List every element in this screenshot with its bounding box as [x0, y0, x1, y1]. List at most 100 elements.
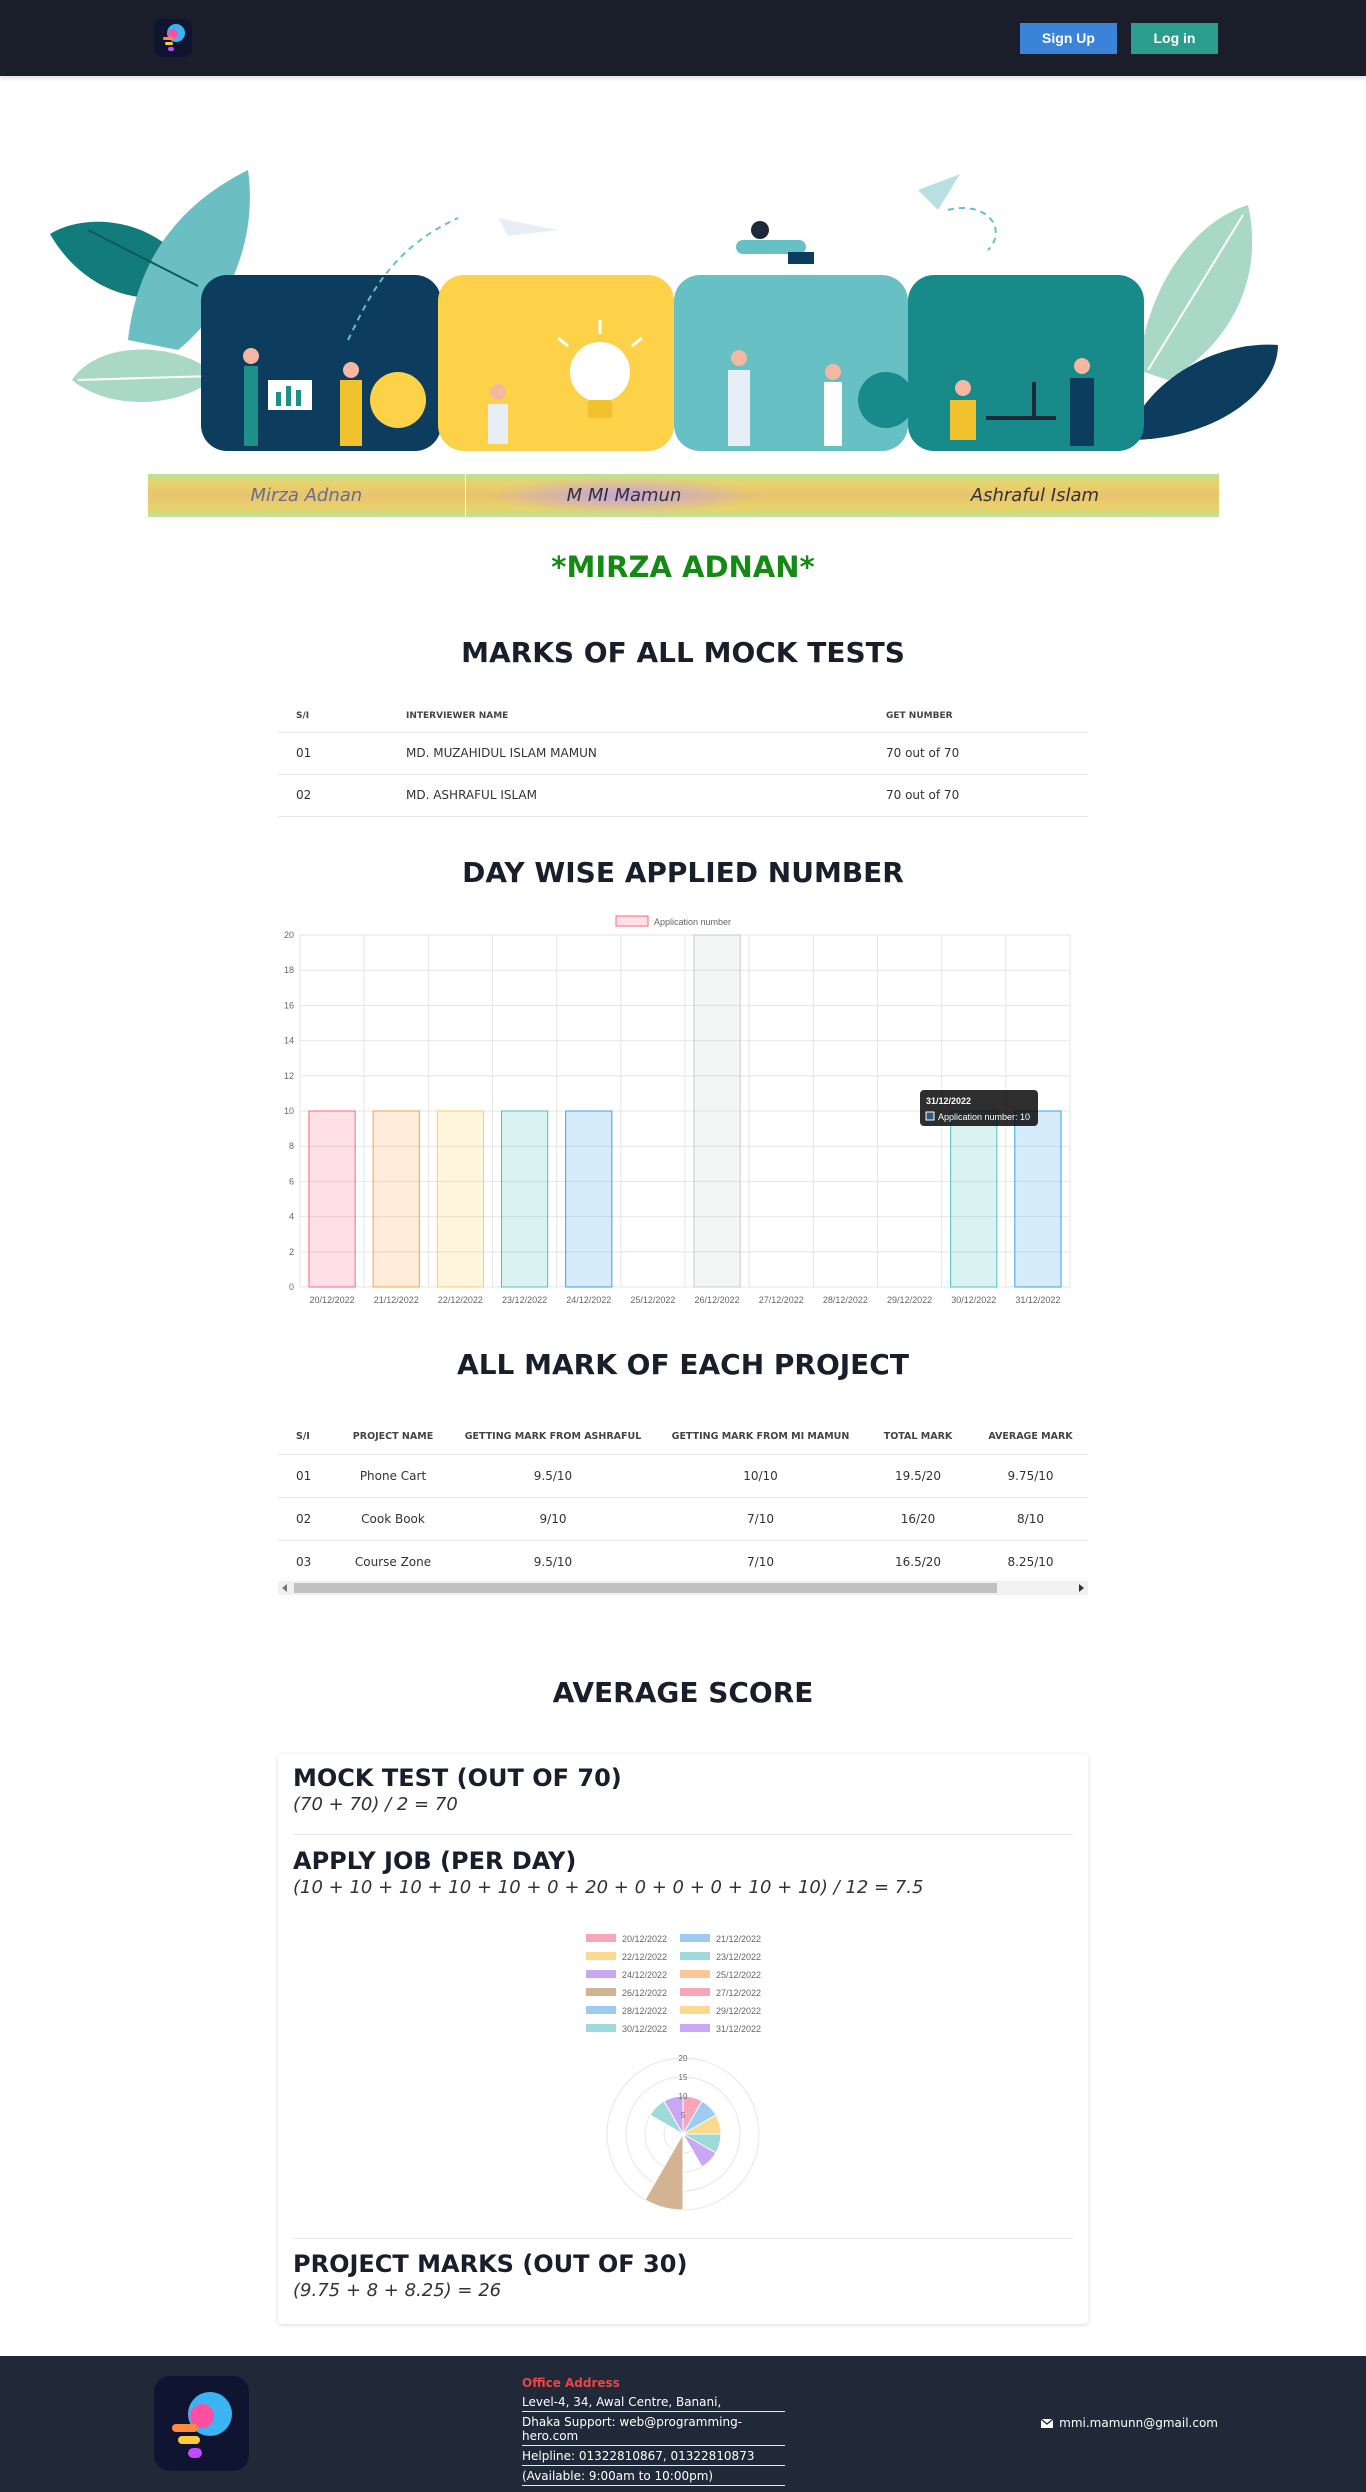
- legend-swatch: [680, 1988, 710, 1996]
- scroll-left-arrow-icon[interactable]: [282, 1584, 287, 1592]
- office-line: Level-4, 34, Awal Centre, Banani,: [522, 2392, 785, 2412]
- y-tick-label: 0: [289, 1282, 294, 1292]
- cell-mark-ashraful: 9.5/10: [448, 1454, 658, 1498]
- x-tick-label: 26/12/2022: [695, 1295, 740, 1305]
- x-tick-label: 21/12/2022: [374, 1295, 419, 1305]
- scroll-thumb[interactable]: [294, 1583, 997, 1593]
- cell-total-mark: 16/20: [863, 1497, 973, 1541]
- radial-tick-label: 10: [679, 2092, 688, 2101]
- legend-swatch: [680, 1952, 710, 1960]
- signup-button[interactable]: Sign Up: [1020, 22, 1117, 54]
- names-strip: Mirza Adnan M MI Mamun Ashraful Islam: [148, 474, 1219, 517]
- footer: Office Address Level-4, 34, Awal Centre,…: [0, 2356, 1366, 2492]
- mock-tests-title: MARKS OF ALL MOCK TESTS: [461, 636, 905, 669]
- bar: [436, 1110, 485, 1288]
- cell-mark-mamun: 7/10: [658, 1540, 863, 1584]
- cell-sl: 02: [278, 774, 388, 817]
- bar: [693, 934, 741, 1288]
- horizontal-scrollbar[interactable]: [278, 1581, 1088, 1595]
- x-tick-label: 28/12/2022: [823, 1295, 868, 1305]
- legend-label: 21/12/2022: [716, 1934, 761, 1944]
- legend-swatch: [680, 2006, 710, 2014]
- x-tick-label: 20/12/2022: [310, 1295, 355, 1305]
- cell-total-mark: 16.5/20: [863, 1540, 973, 1584]
- legend-swatch: [615, 915, 649, 927]
- name-ashraful-islam[interactable]: Ashraful Islam: [782, 474, 1219, 517]
- cell-average-mark: 8.25/10: [973, 1540, 1088, 1584]
- mock-average-heading: MOCK TEST (OUT OF 70): [293, 1764, 622, 1792]
- y-tick-label: 18: [284, 965, 294, 975]
- legend-swatch: [586, 1952, 616, 1960]
- name-mi-mamun[interactable]: M MI Mamun: [465, 474, 783, 517]
- table-row: 01 Phone Cart 9.5/10 10/10 19.5/20 9.75/…: [278, 1454, 1088, 1498]
- y-tick-label: 10: [284, 1106, 294, 1116]
- y-tick-label: 4: [289, 1212, 294, 1222]
- legend-swatch: [586, 2024, 616, 2032]
- cell-sl: 01: [278, 1454, 338, 1498]
- legend-label: 22/12/2022: [622, 1952, 667, 1962]
- apply-polar-chart[interactable]: 20/12/2022 21/12/2022 22/12/2022 23/12/2022…: [578, 1926, 788, 2211]
- day-wise-bar-chart[interactable]: Application number 0 2 4 6 8 10 12 14 16 18 20 20/12…: [270, 910, 1080, 1310]
- col-header-get-number: GET NUMBER: [868, 700, 1088, 733]
- y-tick-label: 8: [289, 1141, 294, 1151]
- legend-label: 30/12/2022: [622, 2024, 667, 2034]
- x-tick-label: 24/12/2022: [566, 1295, 611, 1305]
- mock-average-formula: (70 + 70) / 2 = 70: [293, 1794, 458, 1815]
- office-line: Dhaka Support: web@programming-hero.com: [522, 2412, 785, 2446]
- legend-swatch: [680, 2024, 710, 2032]
- divider: [293, 2238, 1073, 2239]
- col-header-average-mark: AVERAGE MARK: [973, 1420, 1088, 1455]
- cell-get-number: 70 out of 70: [868, 732, 1088, 775]
- project-average-formula: (9.75 + 8 + 8.25) = 26: [293, 2280, 502, 2301]
- office-address: Office Address Level-4, 34, Awal Centre,…: [522, 2376, 785, 2486]
- footer-email[interactable]: mmi.mamunn@gmail.com: [1041, 2416, 1218, 2430]
- y-tick-label: 12: [284, 1071, 294, 1081]
- office-address-title: Office Address: [522, 2376, 620, 2390]
- project-average-block: PROJECT MARKS (OUT OF 30) (9.75 + 8 + 8.…: [293, 2250, 1073, 2301]
- bar: [308, 1110, 356, 1288]
- legend-swatch: [680, 1934, 710, 1942]
- projects-table-scroll[interactable]: S/I PROJECT NAME GETTING MARK FROM ASHRA…: [278, 1420, 1088, 1598]
- col-header-sl: S/I: [278, 700, 388, 733]
- office-line: (Available: 9:00am to 10:00pm): [522, 2466, 785, 2486]
- radial-tick-label: 15: [679, 2073, 688, 2082]
- cell-project-name: Course Zone: [338, 1540, 448, 1584]
- x-tick-label: 27/12/2022: [759, 1295, 804, 1305]
- apply-average-block: APPLY JOB (PER DAY) (10 + 10 + 10 + 10 +…: [293, 1847, 1073, 1898]
- cell-total-mark: 19.5/20: [863, 1454, 973, 1498]
- chart-tooltip: 31/12/2022 Application number: 10: [920, 1090, 1038, 1126]
- col-header-project-name: PROJECT NAME: [338, 1420, 448, 1455]
- legend-swatch: [586, 1988, 616, 1996]
- legend-label: 20/12/2022: [622, 1934, 667, 1944]
- legend-swatch: [586, 2006, 616, 2014]
- y-tick-label: 6: [289, 1176, 294, 1186]
- x-tick-label: 29/12/2022: [887, 1295, 932, 1305]
- cell-sl: 01: [278, 732, 388, 775]
- table-row: 03 Course Zone 9.5/10 7/10 16.5/20 8.25/…: [278, 1540, 1088, 1584]
- cell-average-mark: 9.75/10: [973, 1454, 1088, 1498]
- col-header-mark-mamun: GETTING MARK FROM MI MAMUN: [658, 1420, 863, 1455]
- footer-logo[interactable]: [154, 2376, 249, 2471]
- legend-label: 23/12/2022: [716, 1952, 761, 1962]
- scroll-right-arrow-icon[interactable]: [1079, 1584, 1084, 1592]
- legend-label: 28/12/2022: [622, 2006, 667, 2016]
- hero-illustration: [50, 170, 1278, 451]
- cell-sl: 02: [278, 1497, 338, 1541]
- name-mirza-adnan[interactable]: Mirza Adnan: [148, 474, 466, 517]
- cell-mark-ashraful: 9.5/10: [448, 1540, 658, 1584]
- cell-mark-ashraful: 9/10: [448, 1497, 658, 1541]
- average-score-title: AVERAGE SCORE: [552, 1676, 814, 1709]
- col-header-sl: S/I: [278, 1420, 338, 1455]
- site-logo[interactable]: [154, 19, 192, 57]
- login-button[interactable]: Log in: [1131, 22, 1218, 54]
- legend-label: 29/12/2022: [716, 2006, 761, 2016]
- cell-project-name: Phone Cart: [338, 1454, 448, 1498]
- average-score-card: MOCK TEST (OUT OF 70) (70 + 70) / 2 = 70…: [278, 1754, 1088, 2324]
- legend-swatch: [680, 1970, 710, 1978]
- footer-email-text: mmi.mamunn@gmail.com: [1059, 2416, 1218, 2430]
- x-tick-label: 23/12/2022: [502, 1295, 547, 1305]
- x-tick-label: 30/12/2022: [951, 1295, 996, 1305]
- y-tick-label: 2: [289, 1247, 294, 1257]
- divider: [293, 1834, 1073, 1835]
- mail-icon: [1041, 2418, 1054, 2428]
